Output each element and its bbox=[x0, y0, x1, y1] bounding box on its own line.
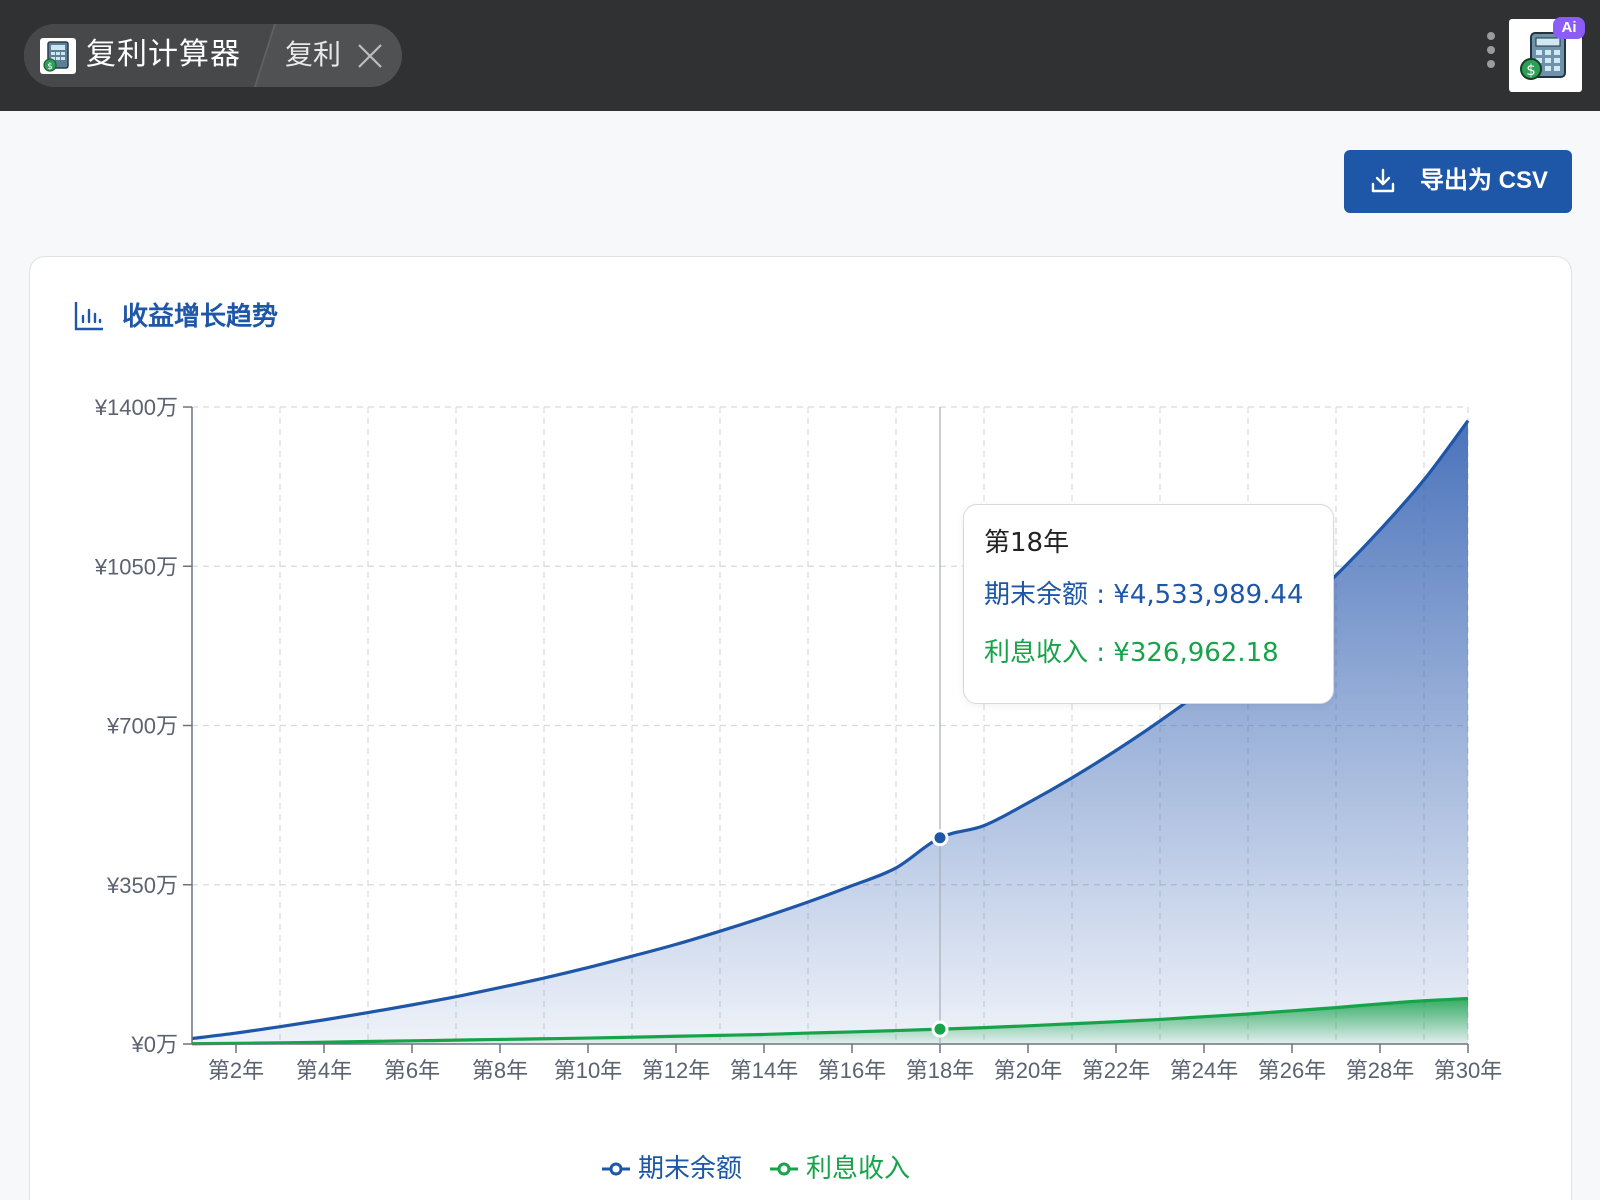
x-tick-label: 第28年 bbox=[1346, 1058, 1414, 1083]
y-tick-label: ¥0万 bbox=[131, 1032, 178, 1057]
x-tick-label: 第18年 bbox=[906, 1058, 974, 1083]
x-tick-label: 第30年 bbox=[1434, 1058, 1502, 1083]
hover-point-interest bbox=[931, 1020, 949, 1038]
legend-line-marker-icon bbox=[770, 1162, 798, 1176]
legend-label-balance: 期末余额 bbox=[638, 1154, 743, 1184]
x-tick-label: 第10年 bbox=[554, 1058, 622, 1083]
x-tick-label: 第20年 bbox=[994, 1058, 1062, 1083]
y-tick-label: ¥1400万 bbox=[94, 395, 178, 420]
x-tick-label: 第2年 bbox=[208, 1058, 264, 1083]
y-tick-label: ¥700万 bbox=[106, 714, 178, 739]
legend-line-marker-icon bbox=[602, 1162, 630, 1176]
chart-tooltip: 第18年 期末余额 : ¥4,533,989.44 利息收入 : ¥326,96… bbox=[963, 504, 1334, 704]
x-tick-label: 第8年 bbox=[472, 1058, 528, 1083]
tooltip-balance: 期末余额 : ¥4,533,989.44 bbox=[984, 580, 1304, 610]
x-tick-label: 第4年 bbox=[296, 1058, 352, 1083]
x-tick-label: 第26年 bbox=[1258, 1058, 1326, 1083]
hover-point-balance bbox=[931, 829, 949, 847]
x-tick-label: 第22年 bbox=[1082, 1058, 1150, 1083]
x-tick-label: 第24年 bbox=[1170, 1058, 1238, 1083]
x-tick-label: 第6年 bbox=[384, 1058, 440, 1083]
y-tick-label: ¥350万 bbox=[106, 873, 178, 898]
tooltip-interest: 利息收入 : ¥326,962.18 bbox=[984, 638, 1279, 668]
legend-label-interest: 利息收入 bbox=[806, 1154, 911, 1184]
growth-chart: ¥0万 ¥350万 ¥700万 ¥1050万 ¥1400万第2年 第4年 第6年 第8年 第10… bbox=[94, 395, 1502, 1083]
tooltip-title: 第18年 bbox=[984, 528, 1070, 558]
y-tick-label: ¥1050万 bbox=[94, 554, 178, 579]
x-tick-label: 第14年 bbox=[730, 1058, 798, 1083]
x-tick-label: 第16年 bbox=[818, 1058, 886, 1083]
x-tick-label: 第12年 bbox=[642, 1058, 710, 1083]
